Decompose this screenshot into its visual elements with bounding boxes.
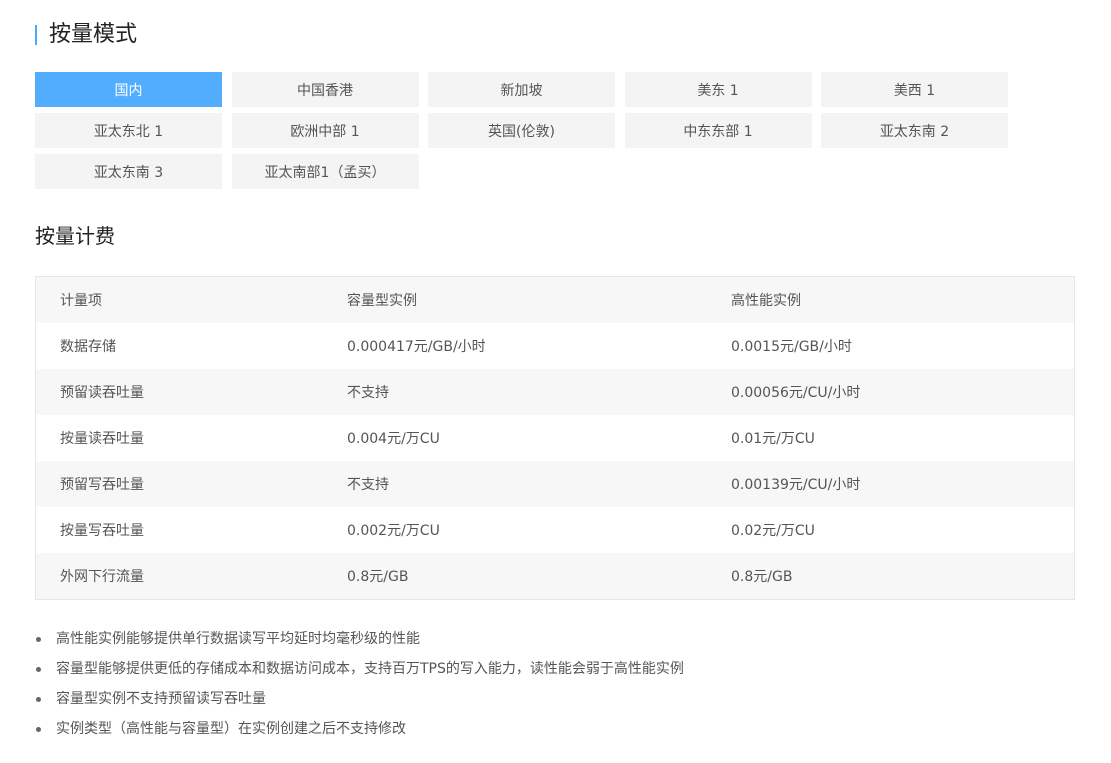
note-text: 容量型实例不支持预留读写吞吐量 xyxy=(56,691,266,707)
table-cell-performance: 0.0015元/GB/小时 xyxy=(731,339,852,355)
column-header-performance: 高性能实例 xyxy=(731,293,801,309)
section-header: 按量模式 xyxy=(35,20,137,50)
pricing-table: 计量项 容量型实例 高性能实例 数据存储 0.000417元/GB/小时 0.0… xyxy=(35,276,1075,600)
region-tab-6[interactable]: 欧洲中部 1 xyxy=(231,113,419,148)
table-cell-item: 数据存储 xyxy=(60,339,116,355)
note-text: 高性能实例能够提供单行数据读写平均延时均毫秒级的性能 xyxy=(56,631,420,647)
region-tab-5[interactable]: 亚太东北 1 xyxy=(35,113,222,148)
list-item: 容量型能够提供更低的存储成本和数据访问成本，支持百万TPS的写入能力，读性能会弱… xyxy=(35,654,684,684)
region-tab-7[interactable]: 英国(伦敦) xyxy=(428,113,615,148)
table-cell-performance: 0.00056元/CU/小时 xyxy=(731,385,861,401)
column-header-capacity: 容量型实例 xyxy=(347,293,417,309)
column-header-item: 计量项 xyxy=(60,293,102,309)
note-text: 容量型能够提供更低的存储成本和数据访问成本，支持百万TPS的写入能力，读性能会弱… xyxy=(56,661,684,677)
region-tab-11[interactable]: 亚太南部1（孟买） xyxy=(231,154,419,189)
table-cell-performance: 0.01元/万CU xyxy=(731,431,815,447)
table-cell-capacity: 不支持 xyxy=(347,477,389,493)
region-tab-1[interactable]: 中国香港 xyxy=(231,72,419,107)
table-cell-item: 按量写吞吐量 xyxy=(60,523,144,539)
list-item: 实例类型（高性能与容量型）在实例创建之后不支持修改 xyxy=(35,714,684,744)
region-tab-9[interactable]: 亚太东南 2 xyxy=(821,113,1008,148)
list-item: 容量型实例不支持预留读写吞吐量 xyxy=(35,684,684,714)
table-cell-capacity: 0.000417元/GB/小时 xyxy=(347,339,486,355)
page-title: 按量模式 xyxy=(49,22,138,47)
table-cell-performance: 0.02元/万CU xyxy=(731,523,815,539)
list-item: 高性能实例能够提供单行数据读写平均延时均毫秒级的性能 xyxy=(35,624,684,654)
table-row: 数据存储 0.000417元/GB/小时 0.0015元/GB/小时 xyxy=(36,323,1074,369)
billing-title: 按量计费 xyxy=(35,224,115,248)
region-tab-2[interactable]: 新加坡 xyxy=(428,72,615,107)
table-cell-capacity: 0.002元/万CU xyxy=(347,523,440,539)
table-cell-performance: 0.00139元/CU/小时 xyxy=(731,477,861,493)
bullet-icon xyxy=(36,637,41,642)
table-row: 外网下行流量 0.8元/GB 0.8元/GB xyxy=(36,553,1074,599)
table-cell-item: 预留写吞吐量 xyxy=(60,477,144,493)
table-row: 按量写吞吐量 0.002元/万CU 0.02元/万CU xyxy=(36,507,1074,553)
bullet-icon xyxy=(36,667,41,672)
table-row: 预留写吞吐量 不支持 0.00139元/CU/小时 xyxy=(36,461,1074,507)
bullet-icon xyxy=(36,727,41,732)
table-row: 按量读吞吐量 0.004元/万CU 0.01元/万CU xyxy=(36,415,1074,461)
table-cell-capacity: 0.8元/GB xyxy=(347,569,409,585)
note-text: 实例类型（高性能与容量型）在实例创建之后不支持修改 xyxy=(56,721,406,737)
table-cell-item: 按量读吞吐量 xyxy=(60,431,144,447)
table-cell-capacity: 0.004元/万CU xyxy=(347,431,440,447)
region-tab-0[interactable]: 国内 xyxy=(35,72,222,107)
region-tab-3[interactable]: 美东 1 xyxy=(624,72,812,107)
table-cell-performance: 0.8元/GB xyxy=(731,569,793,585)
region-tab-4[interactable]: 美西 1 xyxy=(821,72,1008,107)
region-tab-10[interactable]: 亚太东南 3 xyxy=(35,154,222,189)
table-cell-item: 预留读吞吐量 xyxy=(60,385,144,401)
table-cell-capacity: 不支持 xyxy=(347,385,389,401)
bullet-icon xyxy=(36,697,41,702)
table-row: 预留读吞吐量 不支持 0.00056元/CU/小时 xyxy=(36,369,1074,415)
title-accent-bar xyxy=(35,25,37,45)
notes-list: 高性能实例能够提供单行数据读写平均延时均毫秒级的性能 容量型能够提供更低的存储成… xyxy=(35,624,684,744)
table-header-row: 计量项 容量型实例 高性能实例 xyxy=(36,277,1074,323)
table-cell-item: 外网下行流量 xyxy=(60,569,144,585)
region-tab-8[interactable]: 中东东部 1 xyxy=(624,113,812,148)
